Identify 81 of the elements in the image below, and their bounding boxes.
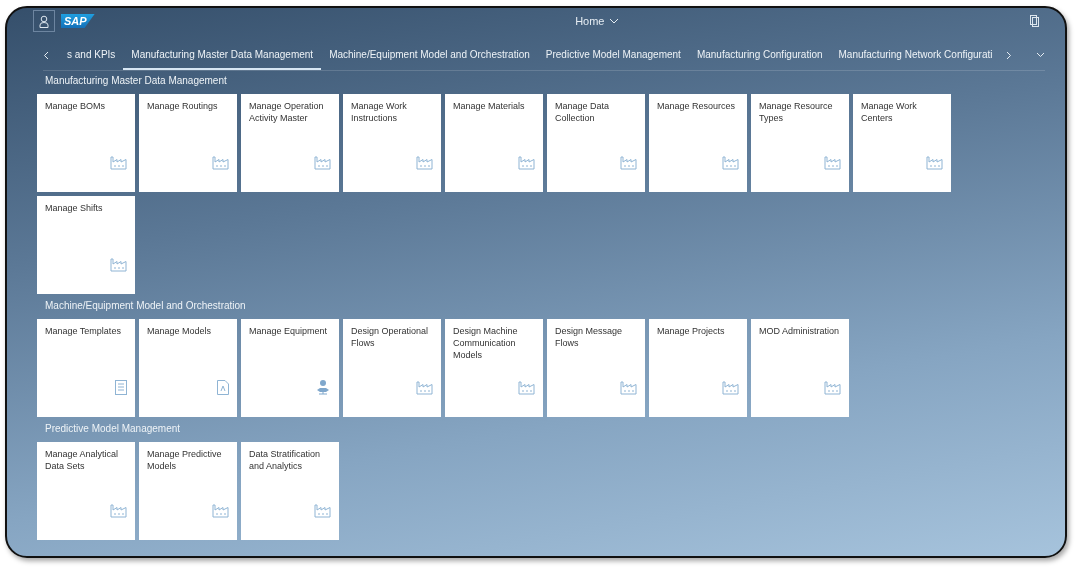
tile-title: Design Machine Communication Models — [453, 325, 519, 361]
tile-title: Manage Work Centers — [861, 100, 918, 124]
factory-icon — [110, 258, 127, 272]
tile-title: Manage Resource Types — [759, 100, 834, 124]
tile-title: MOD Administration — [759, 325, 841, 337]
group-title: Manufacturing Master Data Management — [44, 75, 228, 88]
factory-icon — [620, 381, 637, 395]
app-tile[interactable]: Manage Predictive Models — [139, 442, 237, 540]
app-tile[interactable]: Data Stratification and Analytics — [241, 442, 339, 540]
tile-title: Manage Data Collection — [555, 100, 611, 124]
document-icon — [217, 380, 229, 395]
factory-icon — [110, 156, 127, 170]
app-tile[interactable]: Manage BOMs — [37, 94, 135, 192]
factory-icon — [518, 156, 535, 170]
factory-icon — [926, 156, 943, 170]
app-tile[interactable]: Design Message Flows — [547, 319, 645, 417]
tab[interactable]: s and KPIs — [59, 40, 124, 70]
app-tile[interactable]: Manage Equipment — [241, 319, 339, 417]
factory-icon — [824, 381, 841, 395]
app-tile[interactable]: Manage Analytical Data Sets — [37, 442, 135, 540]
tile-title: Manage Materials — [453, 100, 526, 112]
tile-title: Manage Predictive Models — [147, 448, 223, 472]
tile-title: Design Operational Flows — [351, 325, 430, 349]
app-tile[interactable]: Manage Templates — [37, 319, 135, 417]
app-tile[interactable]: Manage Routings — [139, 94, 237, 192]
app-tile[interactable]: Manage Resources — [649, 94, 747, 192]
factory-icon — [314, 156, 331, 170]
tab[interactable]: Manufacturing Network Configurati — [830, 40, 996, 70]
worker-icon — [315, 379, 331, 395]
tile-title: Manage BOMs — [45, 100, 107, 112]
app-tile[interactable]: Manage Resource Types — [751, 94, 849, 192]
factory-icon — [212, 504, 229, 518]
app-tile[interactable]: Manage Work Centers — [853, 94, 951, 192]
tile-title: Data Stratification and Analytics — [249, 448, 322, 472]
user-icon — [39, 14, 49, 28]
factory-icon — [416, 156, 433, 170]
tile-title: Manage Shifts — [45, 202, 104, 214]
factory-icon — [518, 381, 535, 395]
sap-logo: SAP — [61, 14, 95, 28]
factory-icon — [416, 381, 433, 395]
tile-title: Manage Work Instructions — [351, 100, 408, 124]
app-tile[interactable]: Design Machine Communication Models — [445, 319, 543, 417]
app-tile[interactable]: Manage Data Collection — [547, 94, 645, 192]
group-title: Machine/Equipment Model and Orchestration — [44, 300, 247, 313]
app-tile[interactable]: Manage Projects — [649, 319, 747, 417]
tab[interactable]: Manufacturing Configuration — [688, 40, 831, 70]
tile-title: Manage Analytical Data Sets — [45, 448, 120, 472]
factory-icon — [824, 156, 841, 170]
tile-title: Manage Templates — [45, 325, 122, 337]
group-title: Predictive Model Management — [44, 423, 182, 436]
tab[interactable]: Predictive Model Management — [537, 40, 689, 70]
factory-icon — [620, 156, 637, 170]
factory-icon — [212, 156, 229, 170]
factory-icon — [722, 156, 739, 170]
home-menu-button[interactable]: Home — [569, 14, 626, 28]
factory-icon — [110, 504, 127, 518]
tab[interactable]: Manufacturing Master Data Management — [123, 40, 322, 70]
list-icon — [115, 380, 127, 395]
user-button[interactable] — [33, 10, 55, 32]
app-tile[interactable]: Manage Materials — [445, 94, 543, 192]
app-tile[interactable]: Manage Models — [139, 319, 237, 417]
tile-title: Design Message Flows — [555, 325, 624, 349]
chevron-right-icon[interactable] — [1006, 50, 1012, 60]
tile-title: Manage Projects — [657, 325, 726, 337]
chevron-down-icon — [609, 18, 620, 24]
factory-icon — [722, 381, 739, 395]
tile-title: Manage Routings — [147, 100, 219, 112]
app-tile[interactable]: Manage Operation Activity Master — [241, 94, 339, 192]
app-tile[interactable]: Design Operational Flows — [343, 319, 441, 417]
tab[interactable]: Machine/Equipment Model and Orchestration — [321, 40, 538, 70]
tile-title: Manage Equipment — [249, 325, 329, 337]
app-tile[interactable]: MOD Administration — [751, 319, 849, 417]
tile-title: Manage Operation Activity Master — [249, 100, 325, 124]
copy-icon[interactable] — [1030, 15, 1039, 27]
factory-icon — [314, 504, 331, 518]
app-tile[interactable]: Manage Shifts — [37, 196, 135, 294]
chevron-down-icon[interactable] — [1036, 52, 1045, 58]
app-tile[interactable]: Manage Work Instructions — [343, 94, 441, 192]
tile-title: Manage Resources — [657, 100, 737, 112]
tile-title: Manage Models — [147, 325, 213, 337]
chevron-left-icon[interactable] — [43, 50, 49, 60]
